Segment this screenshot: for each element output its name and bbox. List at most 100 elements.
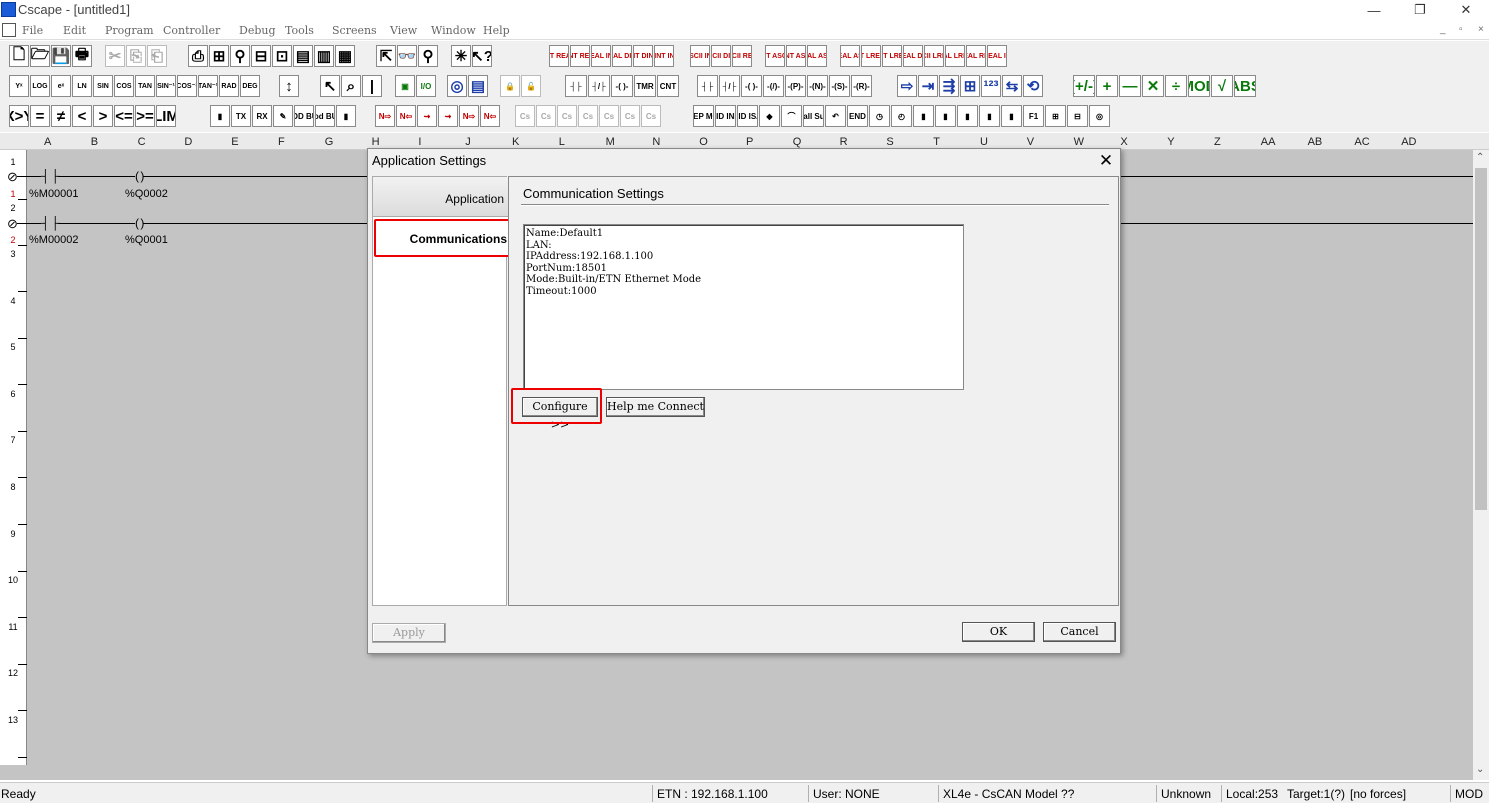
convert-ascii-button-0[interactable]: ASCII INT [690,45,710,67]
scrollbar-thumb[interactable] [1475,168,1487,510]
program-tool-button-7[interactable]: ▦ [335,45,355,67]
mdi-restore-button[interactable]: ▫ [1459,24,1463,35]
select-tool-button-0[interactable]: ↖ [320,75,340,97]
arithmetic-button-7[interactable]: ABS [1234,75,1256,97]
pid-control-button-11[interactable]: ▮ [935,105,956,127]
convert-to-ascii-button-0[interactable]: INT ASCII [765,45,785,67]
compare-button-6[interactable]: >= [135,105,155,127]
pid-control-button-1[interactable]: PID IND [715,105,736,127]
pid-control-button-12[interactable]: ▮ [957,105,978,127]
select-tool-button-1[interactable]: ⌕ [341,75,361,97]
comm-button-3[interactable]: ✎ [273,105,293,127]
comm-button-1[interactable]: TX [231,105,251,127]
convert-lreal-button-7[interactable]: LREAL INT [987,45,1007,67]
move-tool-button-1[interactable]: ⇥ [918,75,938,97]
minimize-button[interactable]: — [1351,0,1397,20]
math-function-button-8[interactable]: COS⁻¹ [177,75,197,97]
arithmetic-button-4[interactable]: ÷ [1165,75,1187,97]
nav-application-tab[interactable]: Application [373,177,508,217]
menu-program[interactable]: Program [105,24,154,37]
convert-to-ascii-button-1[interactable]: DINT ASCII [786,45,806,67]
help-tool-button-1[interactable]: ↖? [472,45,492,67]
special-coil-button-5[interactable]: -(N)- [807,75,828,97]
arithmetic-button-6[interactable]: √ [1211,75,1233,97]
compare-button-3[interactable]: < [72,105,92,127]
pid-control-button-6[interactable]: ↶ [825,105,846,127]
contact-symbol[interactable]: ┤ ├ [41,169,59,183]
contact-coil-button-0[interactable]: ┤├ [565,75,587,97]
coil-symbol[interactable]: ( ) [135,216,144,230]
convert-lreal-button-0[interactable]: LREAL ASCII [840,45,860,67]
move-tool-button-3[interactable]: ⊞ [960,75,980,97]
select-tool-button-2[interactable]: | [362,75,382,97]
pid-control-button-8[interactable]: ◷ [869,105,890,127]
file-tool-button-0[interactable]: 🗋 [9,45,29,67]
scroll-up-icon[interactable]: ⌃ [1476,152,1484,163]
math-function-button-2[interactable]: eˣ [51,75,71,97]
pid-control-button-13[interactable]: ▮ [979,105,1000,127]
convert-int-real-button-0[interactable]: INT REAL [549,45,569,67]
compare-button-1[interactable]: = [30,105,50,127]
document-menu-icon[interactable] [2,23,16,37]
special-coil-button-2[interactable]: -( )- [741,75,762,97]
program-tool-button-0[interactable]: ⎙ [188,45,208,67]
arithmetic-button-0[interactable]: (+/-) [1073,75,1095,97]
coil-tag[interactable]: %Q0001 [125,234,168,246]
file-tool-button-1[interactable]: 🗁 [30,45,50,67]
lock-tool-button-0[interactable]: 🔒 [500,75,520,97]
pid-control-button-3[interactable]: ◆ [759,105,780,127]
convert-int-real-button-3[interactable]: REAL DINT [612,45,632,67]
edit-tool-button-2[interactable]: ⎗ [147,45,167,67]
program-tool-button-6[interactable]: ▥ [314,45,334,67]
compare-button-5[interactable]: <= [114,105,134,127]
compare-button-0[interactable]: X>Y [9,105,29,127]
scroll-down-icon[interactable]: ⌄ [1476,764,1484,775]
data-move-button-4[interactable]: N⇨ [459,105,479,127]
math-function-button-11[interactable]: DEG [240,75,260,97]
find-tool-button-1[interactable]: 👓 [397,45,417,67]
restore-button[interactable]: ❐ [1397,0,1443,20]
math-function-button-9[interactable]: TAN⁻¹ [198,75,218,97]
lock-tool-button-1[interactable]: 🔓 [521,75,541,97]
menu-edit[interactable]: Edit [63,24,86,37]
compare-button-7[interactable]: LIM [156,105,176,127]
pid-control-button-14[interactable]: ▮ [1001,105,1022,127]
dialog-close-icon[interactable]: ✕ [1095,150,1117,172]
file-tool-button-2[interactable]: 💾 [51,45,71,67]
comm-button-4[interactable]: MOD BUS [294,105,314,127]
program-tool-button-1[interactable]: ⊞ [209,45,229,67]
move-tool-button-2[interactable]: ⇶ [939,75,959,97]
arithmetic-button-5[interactable]: MOD [1188,75,1210,97]
convert-int-real-button-4[interactable]: INT DINT [633,45,653,67]
data-move-button-3[interactable]: ⇝ [438,105,458,127]
math-function-button-10[interactable]: RAD [219,75,239,97]
math-function-button-5[interactable]: COS [114,75,134,97]
compare-button-2[interactable]: ≠ [51,105,71,127]
menu-controller[interactable]: Controller [163,24,220,37]
cs-disabled-button-1[interactable]: Cs [536,105,556,127]
contact-symbol[interactable]: ┤ ├ [41,216,59,230]
swap-button-0[interactable]: ↕ [279,75,299,97]
convert-int-real-button-1[interactable]: DINT REAL [570,45,590,67]
apply-button[interactable]: Apply [372,623,446,643]
data-move-button-0[interactable]: N⇨ [375,105,395,127]
program-tool-button-4[interactable]: ⊡ [272,45,292,67]
data-move-button-1[interactable]: N⇦ [396,105,416,127]
arithmetic-button-1[interactable]: + [1096,75,1118,97]
special-coil-button-3[interactable]: -(/)- [763,75,784,97]
convert-int-real-button-2[interactable]: REAL INT [591,45,611,67]
help-me-connect-button[interactable]: Help me Connect [606,397,705,417]
mdi-minimize-button[interactable]: _ [1440,24,1446,35]
menu-tools[interactable]: Tools [285,24,314,37]
move-tool-button-6[interactable]: ⟲ [1023,75,1043,97]
convert-ascii-button-2[interactable]: ASCII REAL [732,45,752,67]
program-tool-button-2[interactable]: ⚲ [230,45,250,67]
contact-tag[interactable]: %M00002 [29,234,79,246]
math-function-button-1[interactable]: LOG [30,75,50,97]
ok-button[interactable]: OK [962,622,1035,642]
special-coil-button-0[interactable]: ┤├ [697,75,718,97]
comm-button-0[interactable]: ▮ [210,105,230,127]
data-move-button-5[interactable]: N⇦ [480,105,500,127]
menu-file[interactable]: File [22,24,43,37]
convert-lreal-button-4[interactable]: ASCII LREAL [924,45,944,67]
